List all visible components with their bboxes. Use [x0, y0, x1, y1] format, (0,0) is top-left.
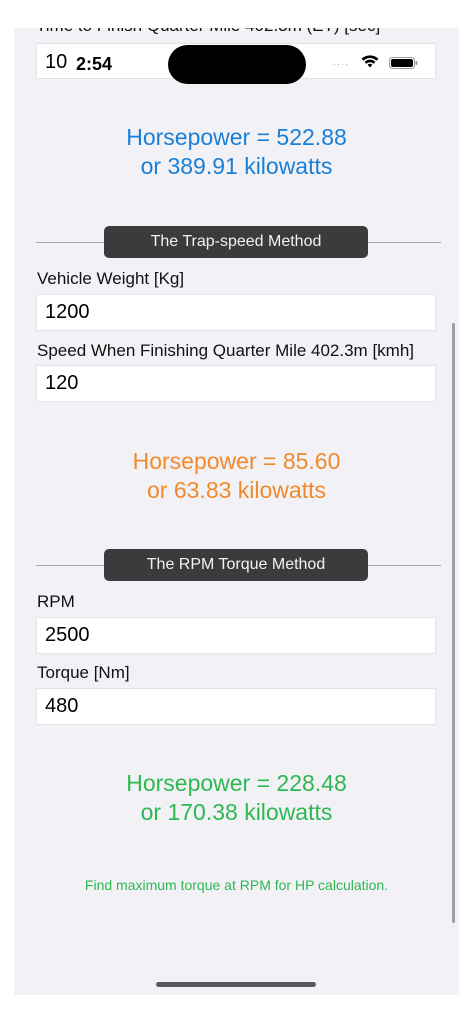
- et-kilowatts: or 389.91 kilowatts: [140, 153, 333, 179]
- trap-speed-kilowatts: or 63.83 kilowatts: [147, 477, 326, 503]
- rpm-torque-section-title: The RPM Torque Method: [104, 549, 368, 581]
- vertical-scrollbar[interactable]: [452, 323, 455, 923]
- rpm-label: RPM: [37, 592, 75, 611]
- battery-icon: [389, 57, 418, 69]
- torque-input[interactable]: 480: [36, 688, 436, 725]
- trap-speed-horsepower: Horsepower = 85.60: [132, 448, 341, 474]
- torque-hint: Find maximum torque at RPM for HP calcul…: [84, 877, 389, 893]
- vehicle-weight-label: Vehicle Weight [Kg]: [37, 269, 185, 288]
- home-indicator[interactable]: [156, 982, 316, 987]
- et-field-label: Time to Finish Quarter Mile 402.3m (ET) …: [36, 28, 436, 36]
- et-input-with-status-overlay[interactable]: 10 2:54 ....: [36, 43, 436, 84]
- dynamic-island: [168, 45, 306, 84]
- rpm-input[interactable]: 2500: [36, 617, 436, 654]
- finish-speed-label: Speed When Finishing Quarter Mile 402.3m…: [37, 341, 415, 360]
- et-result: Horsepower = 522.88 or 389.91 kilowatts: [14, 123, 459, 181]
- rpm-torque-result: Horsepower = 228.48 or 170.38 kilowatts: [14, 769, 459, 827]
- torque-label: Torque [Nm]: [37, 663, 130, 682]
- finish-speed-input[interactable]: 120: [36, 365, 436, 402]
- trap-speed-section-title: The Trap-speed Method: [104, 226, 368, 258]
- rpm-torque-horsepower: Horsepower = 228.48: [126, 770, 347, 796]
- rpm-torque-kilowatts: or 170.38 kilowatts: [140, 799, 333, 825]
- et-input-value: 10: [45, 51, 68, 73]
- wifi-icon: [361, 55, 379, 68]
- trap-speed-result: Horsepower = 85.60 or 63.83 kilowatts: [14, 447, 459, 505]
- vehicle-weight-input[interactable]: 1200: [36, 294, 436, 331]
- cellular-signal-icon: ....: [333, 56, 350, 68]
- status-time: 2:54: [76, 54, 113, 74]
- app-screen: Time to Finish Quarter Mile 402.3m (ET) …: [14, 28, 459, 995]
- et-horsepower: Horsepower = 522.88: [126, 124, 347, 150]
